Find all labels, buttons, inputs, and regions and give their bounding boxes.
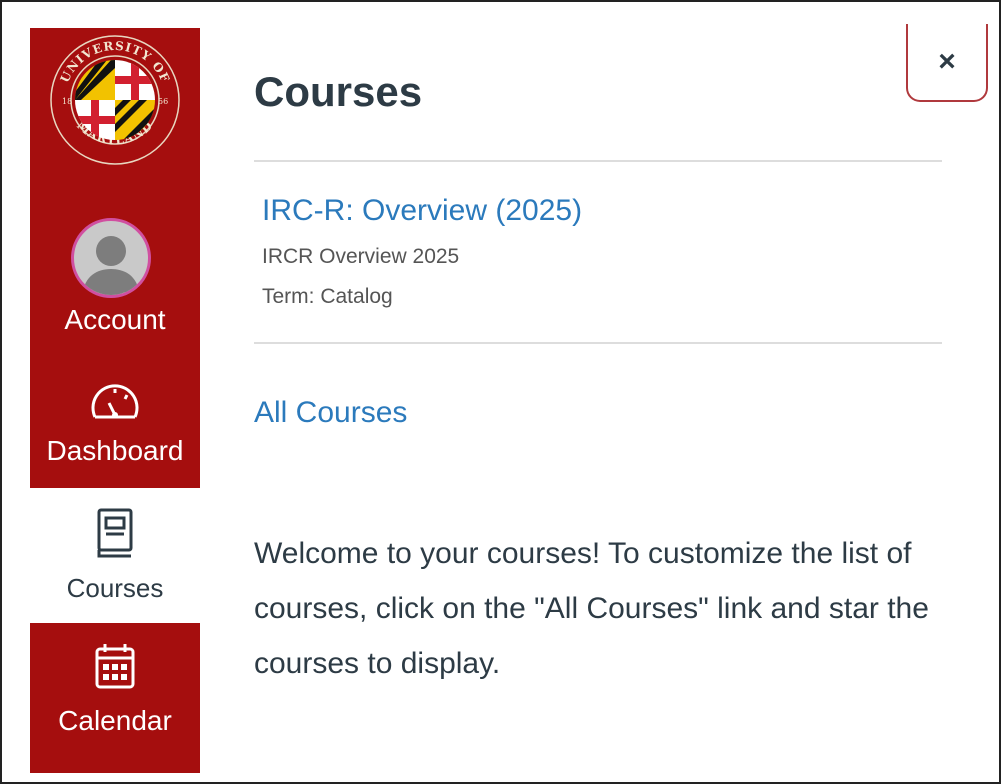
all-courses-link[interactable]: All Courses [254, 396, 407, 430]
nav-top-section: UNIVERSITY OF MARYLAND 18 56 Account Das… [30, 28, 200, 488]
account-avatar[interactable] [71, 218, 151, 298]
logo-year-right: 56 [158, 97, 168, 106]
user-silhouette-icon [82, 236, 140, 295]
course-term: Term: Catalog [262, 285, 393, 308]
logo-year-left: 18 [62, 97, 72, 106]
close-button[interactable]: × [906, 24, 988, 102]
dashboard-icon[interactable] [87, 383, 143, 423]
nav-item-courses-label: Courses [66, 573, 164, 603]
nav-item-calendar[interactable]: Calendar [30, 623, 200, 773]
course-subtitle: IRCR Overview 2025 [262, 245, 460, 268]
nav-item-calendar-label: Calendar [58, 705, 172, 736]
close-icon: × [938, 45, 956, 78]
divider [254, 342, 942, 344]
calendar-icon [95, 644, 135, 689]
nav-item-courses[interactable]: Courses [30, 488, 200, 623]
tray-title: Courses [254, 68, 423, 115]
nav-item-account-label[interactable]: Account [30, 304, 200, 336]
courses-tray: × Courses IRC-R: Overview (2025) IRCR Ov… [252, 2, 992, 784]
nav-item-dashboard-label[interactable]: Dashboard [30, 435, 200, 467]
divider [254, 160, 942, 162]
welcome-message: Welcome to your courses! To customize th… [254, 537, 929, 680]
courses-book-icon [97, 508, 133, 558]
course-link[interactable]: IRC-R: Overview (2025) [262, 194, 582, 228]
university-logo[interactable]: UNIVERSITY OF MARYLAND 18 56 [45, 28, 185, 178]
app-frame: UNIVERSITY OF MARYLAND 18 56 Account Das… [0, 0, 1001, 784]
flag-crest-icon [75, 60, 155, 140]
